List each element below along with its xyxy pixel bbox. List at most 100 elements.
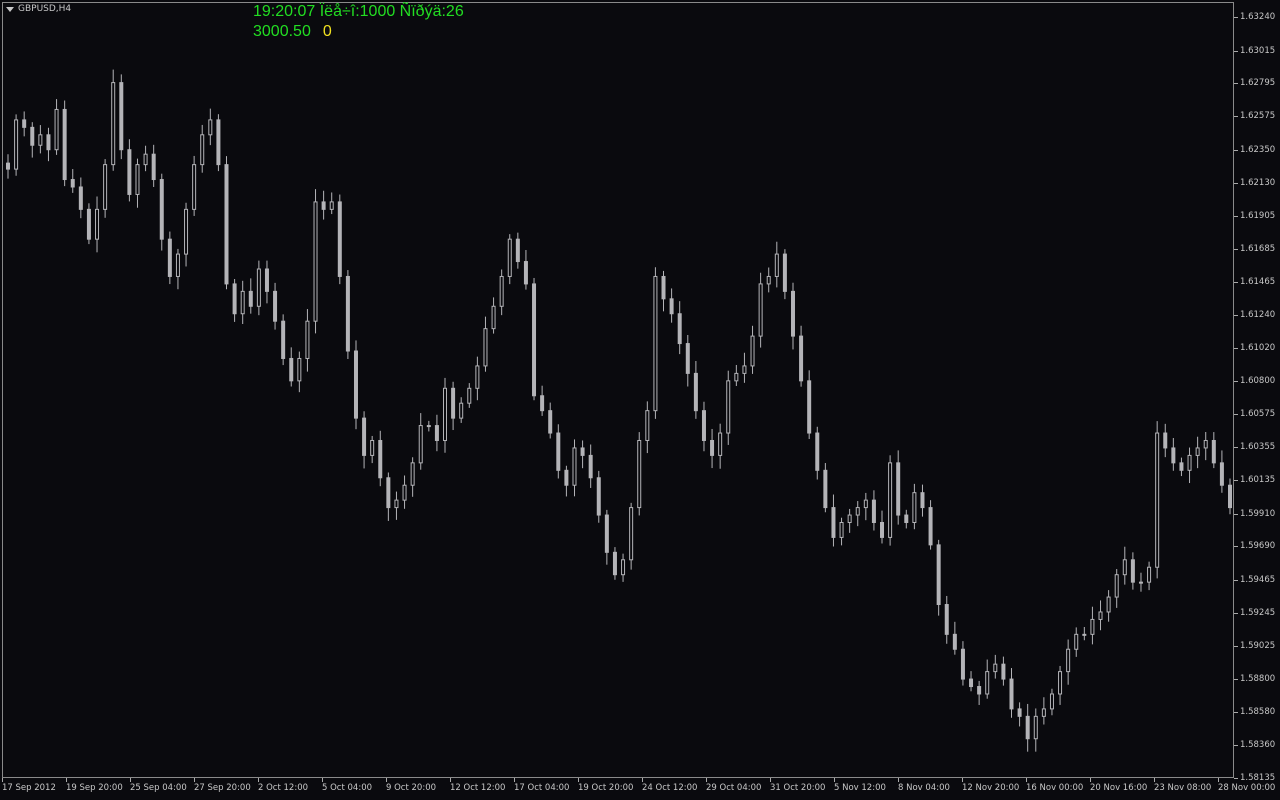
time-axis[interactable]: 17 Sep 2012 19 Sep 20:00 25 Sep 04:00 27 Se…: [0, 778, 1275, 800]
candle-body: [863, 499, 868, 509]
candle: [216, 114, 221, 172]
candle-body: [370, 439, 375, 456]
candle: [232, 279, 237, 322]
candle-body: [928, 507, 933, 546]
candle: [960, 641, 965, 686]
candle-body: [337, 201, 342, 277]
candle-body: [1138, 581, 1143, 584]
price-tick-label: 1.61685: [1240, 243, 1276, 254]
price-tick-label: 1.58360: [1240, 739, 1276, 750]
candle: [969, 671, 974, 692]
candle: [1179, 457, 1184, 477]
candle: [677, 301, 682, 355]
candle-body: [572, 447, 577, 486]
price-tick-label: 1.63015: [1240, 45, 1276, 56]
time-tick-mark: [578, 778, 579, 782]
candle: [596, 470, 601, 523]
candle: [912, 483, 917, 530]
candle: [256, 260, 261, 316]
candle-body: [653, 275, 658, 412]
candle: [62, 100, 67, 187]
candle: [556, 424, 561, 479]
candle: [1203, 431, 1208, 461]
candle-body: [977, 686, 982, 695]
candle-body: [540, 395, 545, 412]
candle: [564, 465, 569, 497]
candle: [904, 509, 909, 529]
price-tick-label: 1.62575: [1240, 111, 1276, 122]
price-tick-label: 1.60575: [1240, 409, 1276, 420]
symbol-label[interactable]: GBPUSD,H4: [6, 4, 71, 14]
candle: [1195, 436, 1200, 469]
candle-body: [345, 275, 350, 352]
candle-body: [726, 380, 731, 434]
candlestick-chart[interactable]: [0, 0, 1234, 780]
candle: [1033, 708, 1038, 752]
candle-body: [1171, 447, 1176, 464]
candle: [451, 381, 456, 431]
chevron-down-icon[interactable]: [6, 6, 14, 12]
candle: [548, 402, 553, 439]
time-tick-mark: [386, 778, 387, 782]
info-balance-line: 3000.50 0: [253, 23, 332, 41]
price-tick-label: 1.61465: [1240, 276, 1276, 287]
time-tick-label: 8 Nov 04:00: [898, 783, 950, 793]
candle: [661, 270, 666, 312]
price-tick-label: 1.62795: [1240, 78, 1276, 89]
candle: [1009, 668, 1014, 718]
price-tick-mark: [1234, 744, 1238, 746]
candle: [888, 455, 893, 546]
time-tick-label: 17 Sep 2012: [2, 783, 56, 793]
candle-body: [807, 380, 812, 434]
candle: [434, 414, 439, 452]
candle: [1106, 590, 1111, 622]
price-tick: 1.62350: [1234, 145, 1280, 157]
candle: [329, 192, 334, 215]
candle-body: [86, 208, 91, 240]
candle-body: [1066, 648, 1071, 673]
candle-body: [248, 290, 253, 307]
candle: [936, 539, 941, 616]
candle-body: [621, 559, 626, 576]
candle: [540, 385, 545, 416]
price-axis[interactable]: 1.63240 1.63015 1.62795 1.62575 1.62350 1.621…: [1234, 0, 1280, 800]
candle: [701, 401, 706, 452]
time-tick-mark: [642, 778, 643, 782]
candle-body: [38, 134, 43, 146]
candle: [95, 196, 100, 253]
price-tick: 1.59245: [1234, 608, 1280, 620]
price-tick-mark: [1234, 281, 1238, 283]
candle-body: [1122, 559, 1127, 576]
candle-body: [750, 335, 755, 367]
candle: [46, 127, 51, 162]
candle-body: [669, 298, 674, 315]
candle: [305, 309, 310, 372]
candle: [499, 269, 504, 316]
candle-body: [54, 108, 59, 151]
candle-body: [1147, 566, 1152, 583]
time-tick-mark: [66, 778, 67, 782]
time-tick-mark: [1154, 778, 1155, 782]
candle: [847, 508, 852, 533]
price-tick-mark: [1234, 414, 1238, 416]
price-tick: 1.61465: [1234, 277, 1280, 289]
candle: [103, 159, 108, 218]
candle: [410, 457, 415, 497]
candle: [580, 440, 585, 469]
candle-body: [823, 469, 828, 509]
candle-body: [200, 134, 205, 166]
candle-body: [22, 119, 27, 128]
price-tick-mark: [1234, 513, 1238, 515]
candle-body: [192, 164, 197, 210]
candle-body: [78, 186, 83, 210]
candle: [523, 250, 528, 290]
candle: [1228, 478, 1232, 515]
candle: [1074, 627, 1079, 657]
time-tick-mark: [2, 778, 3, 782]
candle: [297, 351, 302, 393]
candle-body: [629, 507, 634, 561]
candle: [1171, 438, 1176, 471]
candle: [645, 401, 650, 454]
time-tick-mark: [834, 778, 835, 782]
price-tick-mark: [1234, 447, 1238, 449]
